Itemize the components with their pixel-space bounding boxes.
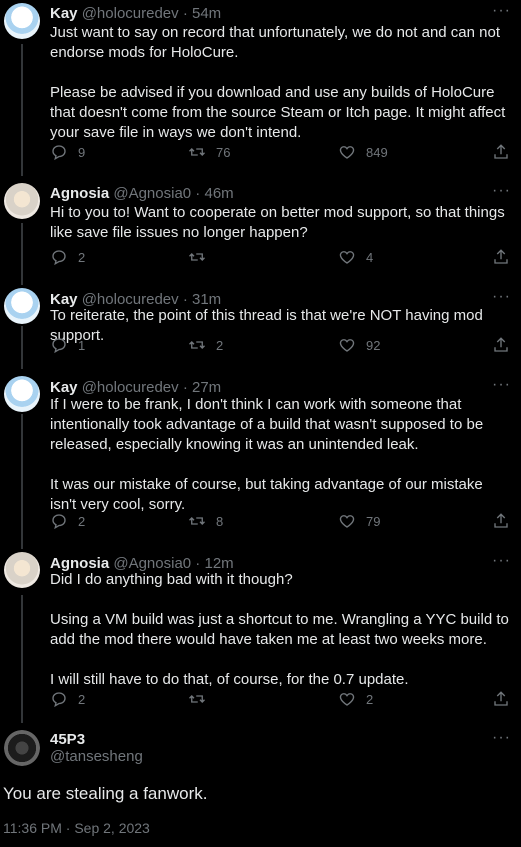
reply-button[interactable]: 2: [50, 512, 85, 530]
author-name[interactable]: Kay: [50, 5, 78, 22]
more-options-icon[interactable]: ···: [492, 288, 511, 306]
reply-count: 1: [78, 337, 86, 353]
like-button[interactable]: 849: [338, 143, 388, 161]
like-count: 849: [366, 144, 388, 160]
heart-icon: [339, 339, 355, 352]
reply-count: 2: [78, 513, 86, 529]
tweet[interactable]: Agnosia @Agnosia0 · 12m ··· Did I do any…: [0, 550, 521, 715]
reply-icon: [52, 514, 66, 530]
more-options-icon[interactable]: ···: [492, 729, 511, 747]
reply-button[interactable]: 9: [50, 143, 85, 161]
retweet-icon: [189, 341, 205, 349]
avatar[interactable]: [4, 376, 40, 412]
retweet-button[interactable]: [188, 690, 216, 708]
separator: ·: [178, 5, 192, 22]
like-count: 79: [366, 513, 381, 529]
reply-icon: [52, 145, 66, 161]
tweet[interactable]: Kay @holocuredev · 27m ··· If I were to …: [0, 374, 521, 539]
author-handle[interactable]: @holocuredev: [82, 379, 179, 396]
tweet-header: Kay @holocuredev · 54m: [50, 5, 221, 23]
avatar[interactable]: [4, 552, 40, 588]
share-icon: [494, 249, 508, 264]
more-options-icon[interactable]: ···: [492, 2, 511, 20]
reply-button[interactable]: 2: [50, 690, 85, 708]
like-button[interactable]: 4: [338, 248, 373, 266]
tweet-time[interactable]: 46m: [204, 185, 233, 202]
share-button[interactable]: [492, 336, 510, 354]
tweet-actions: 2 8 79: [50, 512, 510, 532]
retweet-button[interactable]: 2: [188, 336, 223, 354]
tweet-time[interactable]: 54m: [192, 5, 221, 22]
tweet-text: Did I do anything bad with it though? Us…: [50, 571, 509, 688]
share-button[interactable]: [492, 248, 510, 266]
share-icon: [494, 513, 508, 528]
like-count: 92: [366, 337, 381, 353]
share-icon: [494, 144, 508, 159]
tweet-actions: 2 2: [50, 690, 510, 710]
separator: ·: [178, 379, 192, 396]
tweet-actions: 2 4: [50, 248, 510, 268]
heart-icon: [339, 146, 355, 159]
tweet-timestamp[interactable]: 11:36 PM · Sep 2, 2023: [3, 820, 150, 836]
author-name[interactable]: 45P3: [50, 731, 85, 748]
share-icon: [494, 691, 508, 706]
tweet[interactable]: Agnosia @Agnosia0 · 46m ··· Hi to you to…: [0, 180, 521, 275]
author-handle[interactable]: @Agnosia0: [113, 185, 191, 202]
tweet-header: Agnosia @Agnosia0 · 46m: [50, 185, 234, 203]
more-options-icon[interactable]: ···: [492, 376, 511, 394]
retweet-button[interactable]: [188, 248, 216, 266]
heart-icon: [339, 251, 355, 264]
tweet-text: If I were to be frank, I don't think I c…: [50, 396, 484, 513]
avatar[interactable]: [4, 730, 40, 766]
share-icon: [494, 337, 508, 352]
avatar[interactable]: [4, 183, 40, 219]
share-button[interactable]: [492, 512, 510, 530]
like-count: 2: [366, 691, 374, 707]
tweet-text: Just want to say on record that unfortun…: [50, 24, 506, 141]
like-button[interactable]: 79: [338, 512, 380, 530]
reply-count: 9: [78, 144, 86, 160]
like-button[interactable]: 2: [338, 690, 373, 708]
retweet-count: 2: [216, 337, 224, 353]
author-handle[interactable]: @tansesheng: [50, 748, 143, 765]
share-button[interactable]: [492, 143, 510, 161]
more-options-icon[interactable]: ···: [492, 552, 511, 570]
retweet-icon: [189, 695, 205, 703]
tweet[interactable]: Kay @holocuredev · 54m ··· Just want to …: [0, 0, 521, 172]
reply-icon: [52, 250, 66, 266]
tweet-text: Hi to you to! Want to cooperate on bette…: [50, 204, 509, 241]
reply-icon: [52, 692, 66, 708]
tweet-actions: 9 76 849: [50, 143, 510, 163]
separator: ·: [191, 185, 205, 202]
tweet[interactable]: Kay @holocuredev · 31m ··· To reiterate,…: [0, 286, 521, 361]
reply-button[interactable]: 2: [50, 248, 85, 266]
heart-icon: [339, 515, 355, 528]
retweet-icon: [189, 253, 205, 261]
main-tweet: 45P3 @tansesheng ··· You are stealing a …: [0, 727, 521, 847]
tweet-actions: 1 2 92: [50, 336, 510, 356]
heart-icon: [339, 693, 355, 706]
share-button[interactable]: [492, 690, 510, 708]
reply-icon: [52, 338, 66, 354]
reply-count: 2: [78, 691, 86, 707]
retweet-icon: [189, 148, 205, 156]
author-name[interactable]: Agnosia: [50, 185, 109, 202]
like-count: 4: [366, 249, 374, 265]
retweet-count: 8: [216, 513, 224, 529]
author-handle[interactable]: @holocuredev: [82, 5, 179, 22]
more-options-icon[interactable]: ···: [492, 182, 511, 200]
tweet-time[interactable]: 27m: [192, 379, 221, 396]
avatar[interactable]: [4, 288, 40, 324]
retweet-button[interactable]: 8: [188, 512, 223, 530]
avatar[interactable]: [4, 3, 40, 39]
retweet-icon: [189, 517, 205, 525]
author-name[interactable]: Kay: [50, 379, 78, 396]
like-button[interactable]: 92: [338, 336, 380, 354]
retweet-count: 76: [216, 144, 231, 160]
tweet-text: You are stealing a fanwork.: [3, 784, 208, 803]
reply-button[interactable]: 1: [50, 336, 85, 354]
reply-count: 2: [78, 249, 86, 265]
retweet-button[interactable]: 76: [188, 143, 230, 161]
